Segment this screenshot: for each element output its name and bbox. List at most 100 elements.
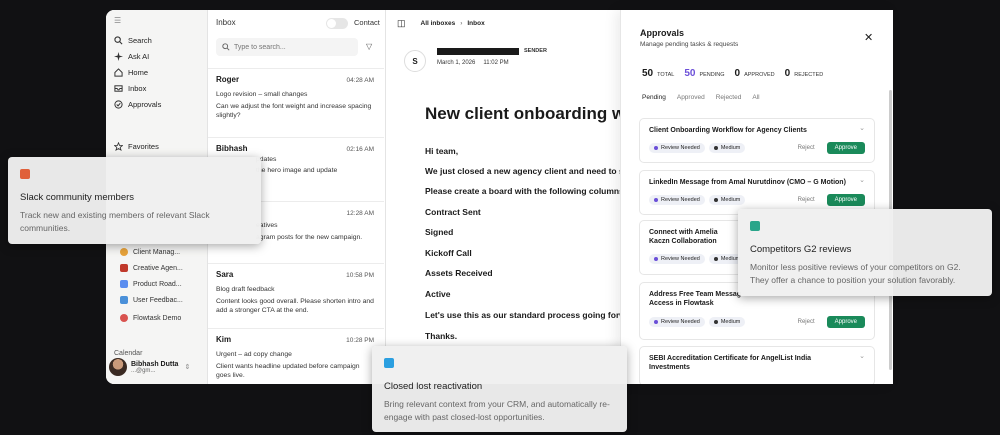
- workspace-label: Creative Agen...: [133, 264, 183, 272]
- crm-icon: [384, 358, 394, 368]
- workspace-color-icon: [120, 248, 128, 256]
- inbox-title: Inbox: [216, 18, 236, 27]
- message-time: 02:16 AM: [346, 146, 374, 153]
- panel-toggle-icon[interactable]: ◫: [397, 18, 406, 29]
- approval-card[interactable]: SEBI Accreditation Certificate for Angel…: [639, 346, 875, 384]
- sender-avatar: S: [404, 50, 426, 72]
- workspace-item[interactable]: Client Manag...: [120, 248, 180, 256]
- approve-button[interactable]: Approve: [826, 194, 865, 207]
- check-circle-icon: [114, 100, 123, 109]
- sidebar-item-calendar[interactable]: Calendar: [114, 350, 142, 357]
- email-line: Please create a board with the following…: [425, 186, 627, 196]
- workspace-item[interactable]: Creative Agen...: [120, 264, 183, 272]
- message-subject: Urgent – ad copy change: [216, 351, 292, 358]
- status-badge: Review Needed: [649, 316, 705, 327]
- message-item[interactable]: Roger 04:28 AM Logo revision – small cha…: [208, 68, 384, 137]
- callout-card: Slack community members Track new and ex…: [8, 157, 261, 244]
- message-preview: Client wants headline updated before cam…: [216, 363, 360, 380]
- approve-button[interactable]: Approve: [826, 142, 865, 155]
- email-line: Signed: [425, 227, 454, 237]
- search-icon: [222, 43, 230, 51]
- approval-stats: 50 TOTAL 50 PENDING 0 APPROVED 0 REJECTED: [642, 68, 823, 79]
- status-badge: Review Needed: [649, 143, 705, 154]
- sidebar-item-inbox[interactable]: Inbox: [114, 84, 146, 93]
- approval-title: Address Free Team Messag Access in Flowt…: [649, 291, 742, 308]
- tab-all[interactable]: All: [752, 94, 759, 101]
- workspace-item[interactable]: User Feedbac...: [120, 296, 183, 304]
- tab-rejected[interactable]: Rejected: [716, 94, 742, 101]
- approval-title: Connect with Amelia Kaczn Collaboration: [649, 229, 718, 246]
- callout-description: Bring relevant context from your CRM, an…: [384, 399, 610, 422]
- status-badge: Review Needed: [649, 253, 705, 264]
- stat-total: 50 TOTAL: [642, 68, 675, 79]
- message-time: 12:28 AM: [346, 210, 374, 217]
- chevron-down-icon[interactable]: ⌄: [859, 124, 865, 132]
- workspace-color-icon: [120, 314, 128, 322]
- approval-title: Client Onboarding Workflow for Agency Cl…: [649, 127, 807, 134]
- message-item[interactable]: Sara 10:58 PM Blog draft feedback Conten…: [208, 263, 384, 328]
- approval-card[interactable]: Client Onboarding Workflow for Agency Cl…: [639, 118, 875, 163]
- chevron-updown-icon[interactable]: ⇕: [184, 363, 190, 371]
- callout-description: Track new and existing members of releva…: [20, 210, 210, 233]
- close-icon[interactable]: ✕: [864, 31, 873, 44]
- search-input[interactable]: [234, 43, 344, 51]
- sidebar-item-label: Search: [128, 36, 152, 45]
- sparkle-icon: [114, 52, 123, 61]
- email-line: Active: [425, 289, 451, 299]
- stat-approved: 0 APPROVED: [734, 68, 775, 79]
- priority-badge: Medium: [708, 143, 746, 154]
- user-profile[interactable]: Bibhash Dutta ...@gm... ⇕: [109, 358, 205, 376]
- message-item[interactable]: Kim 10:28 PM Urgent – ad copy change Cli…: [208, 328, 384, 384]
- email-line: Thanks.: [425, 331, 458, 341]
- sidebar-toggle-icon[interactable]: ☰: [114, 16, 121, 25]
- workspace-label: Flowtask Demo: [133, 314, 182, 322]
- sidebar-item-search[interactable]: Search: [114, 36, 152, 45]
- avatar: [109, 358, 127, 376]
- email-line: Assets Received: [425, 268, 493, 278]
- workspace-label: User Feedbac...: [133, 296, 183, 304]
- breadcrumb: ◫ All inboxes › Inbox: [397, 18, 485, 29]
- g2-icon: [750, 221, 760, 231]
- search-icon: [114, 36, 123, 45]
- reject-button[interactable]: Reject: [798, 197, 815, 203]
- sidebar-item-ask-ai[interactable]: Ask AI: [114, 52, 149, 61]
- email-subject: New client onboarding wo: [425, 104, 636, 123]
- chevron-down-icon[interactable]: ⌄: [859, 176, 865, 184]
- user-name: Bibhash Dutta: [131, 360, 179, 368]
- tab-pending[interactable]: Pending: [642, 94, 666, 101]
- sender-email-redacted: [437, 48, 519, 55]
- email-line: Let's use this as our standard process g…: [425, 310, 640, 320]
- workspace-color-icon: [120, 296, 128, 304]
- chevron-down-icon[interactable]: ⌄: [859, 352, 865, 360]
- callout-title: Slack community members: [20, 192, 135, 203]
- message-time: 10:58 PM: [346, 272, 374, 279]
- contact-toggle[interactable]: [326, 18, 348, 29]
- workspace-color-icon: [120, 280, 128, 288]
- breadcrumb-item[interactable]: Inbox: [467, 20, 484, 27]
- workspace-item[interactable]: Flowtask Demo: [120, 314, 181, 322]
- approval-title: LinkedIn Message from Amal Nurutdinov (C…: [649, 179, 846, 186]
- stat-rejected: 0 REJECTED: [784, 68, 824, 79]
- approval-tabs: Pending Approved Rejected All: [642, 94, 760, 101]
- reject-button[interactable]: Reject: [798, 319, 815, 325]
- reject-button[interactable]: Reject: [798, 145, 815, 151]
- favorites-label: Favorites: [128, 142, 159, 151]
- breadcrumb-item[interactable]: All inboxes: [421, 20, 456, 27]
- callout-description: Monitor less positive reviews of your co…: [750, 262, 961, 285]
- workspace-label: Client Manag...: [133, 248, 181, 256]
- message-preview: Can we adjust the font weight and increa…: [216, 103, 372, 120]
- search-box: [216, 38, 358, 56]
- approve-button[interactable]: Approve: [826, 315, 865, 328]
- tab-approved[interactable]: Approved: [677, 94, 705, 101]
- sidebar-item-label: Approvals: [128, 100, 162, 109]
- sidebar-item-approvals[interactable]: Approvals: [114, 100, 161, 109]
- filter-icon[interactable]: ▽: [366, 42, 372, 51]
- approvals-subtitle: Manage pending tasks & requests: [640, 41, 739, 48]
- sidebar-item-home[interactable]: Home: [114, 68, 148, 77]
- email-date: March 1, 2026: [437, 60, 476, 66]
- workspace-item[interactable]: Product Road...: [120, 280, 182, 288]
- calendar-label: Calendar: [114, 350, 143, 357]
- message-subject: Logo revision – small changes: [216, 91, 308, 98]
- sidebar-favorites[interactable]: Favorites: [114, 142, 159, 151]
- priority-badge: Medium: [708, 316, 746, 327]
